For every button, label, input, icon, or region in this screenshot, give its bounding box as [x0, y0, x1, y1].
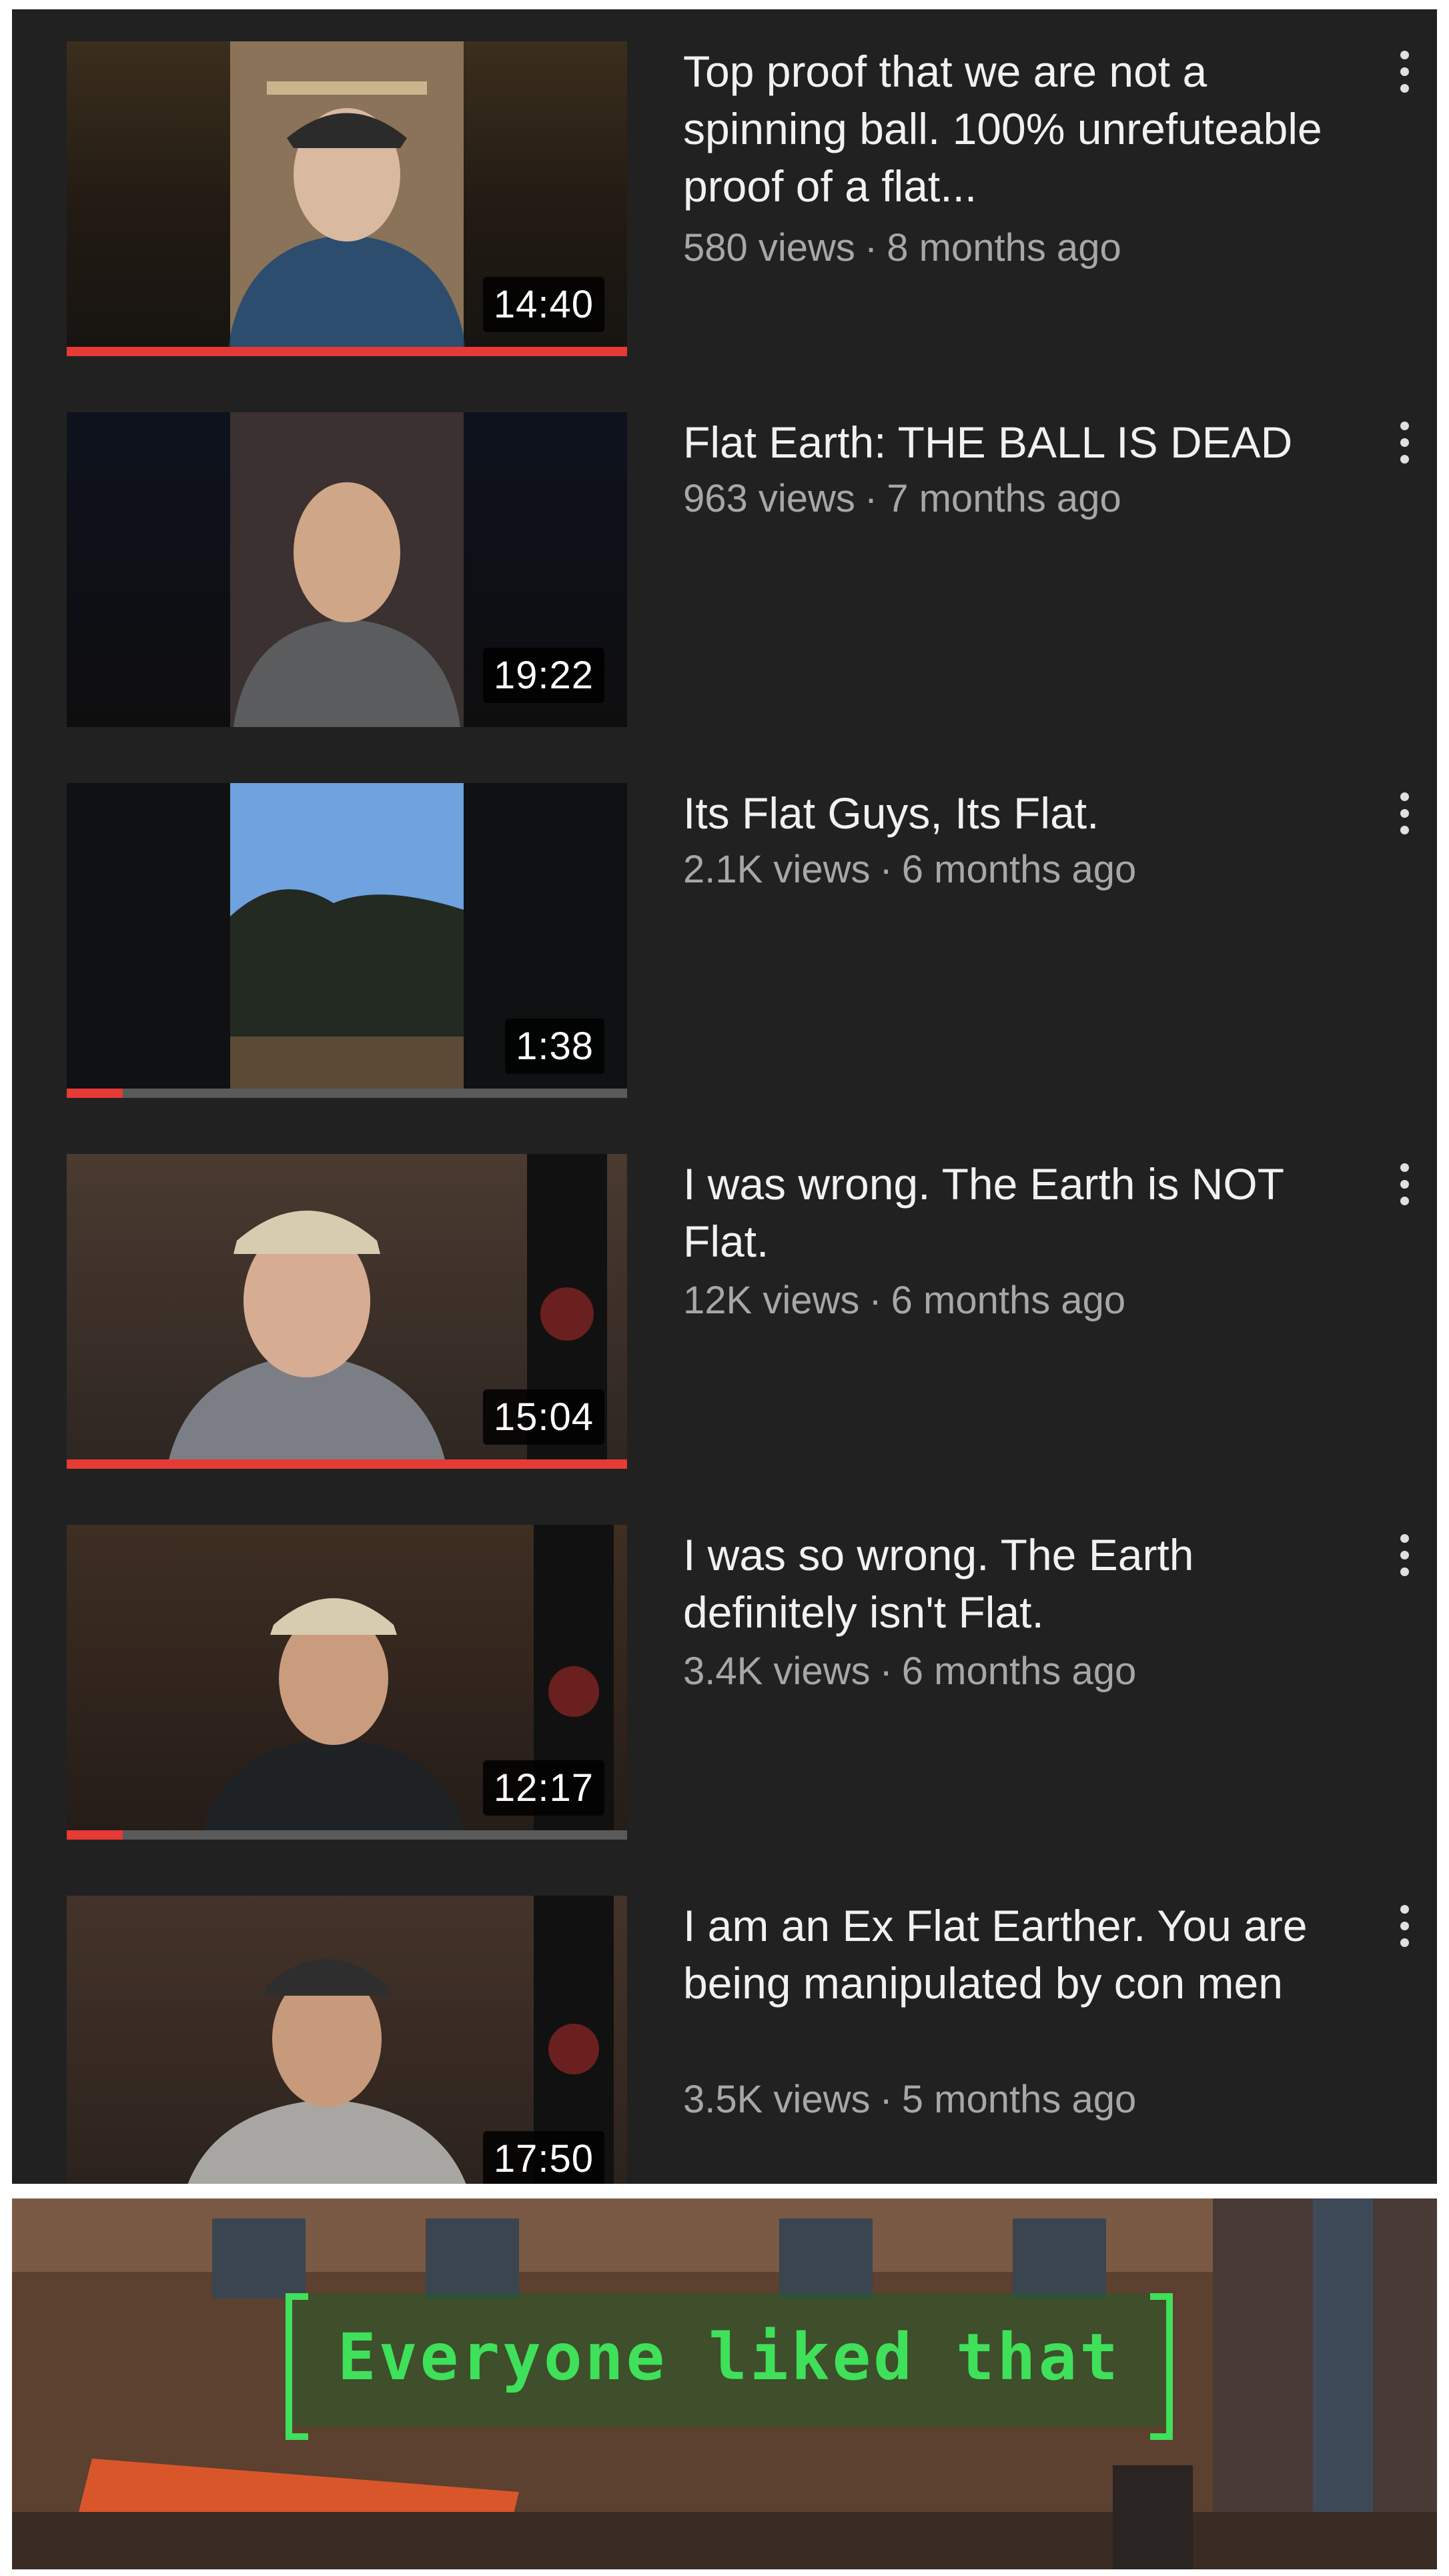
video-title[interactable]: I am an Ex Flat Earther. You are being m…: [683, 1897, 1350, 2012]
video-duration: 19:22: [482, 648, 604, 703]
video-thumbnail[interactable]: 14:40: [67, 41, 627, 356]
more-options-icon[interactable]: [1394, 422, 1414, 475]
video-thumbnail[interactable]: 12:17: [67, 1525, 627, 1840]
watch-progress-bar: [67, 347, 627, 356]
video-meta: 3.5K views · 5 months ago: [683, 2078, 1137, 2121]
upload-age: 7 months ago: [887, 477, 1121, 520]
view-count: 12K views: [683, 1279, 860, 1322]
caption-text: Everyone liked that: [337, 2320, 1121, 2395]
video-thumbnail[interactable]: 19:22: [67, 412, 627, 727]
video-thumbnail[interactable]: 15:04: [67, 1154, 627, 1469]
video-meta: 963 views · 7 months ago: [683, 477, 1121, 520]
more-options-icon[interactable]: [1394, 1163, 1414, 1217]
more-options-icon[interactable]: [1394, 51, 1414, 104]
video-meta: 12K views · 6 months ago: [683, 1279, 1126, 1322]
video-meta: 3.4K views · 6 months ago: [683, 1650, 1137, 1693]
meme-caption-panel: Everyone liked that: [12, 2198, 1437, 2569]
video-duration: 17:50: [482, 2131, 604, 2184]
upload-age: 5 months ago: [901, 2078, 1137, 2121]
video-title[interactable]: I was wrong. The Earth is NOT Flat.: [683, 1155, 1350, 1270]
watch-progress-bar: [67, 1089, 627, 1098]
video-item[interactable]: 17:50 I am an Ex Flat Earther. You are b…: [12, 1864, 1437, 2184]
video-meta: 2.1K views · 6 months ago: [683, 848, 1137, 891]
video-title[interactable]: Its Flat Guys, Its Flat.: [683, 784, 1350, 842]
video-title[interactable]: Top proof that we are not a spinning bal…: [683, 43, 1350, 215]
view-count: 3.4K views: [683, 1650, 871, 1693]
more-options-icon[interactable]: [1394, 1534, 1414, 1587]
view-count: 580 views: [683, 226, 855, 269]
watch-progress-bar: [67, 1459, 627, 1469]
watch-progress-bar: [67, 1830, 627, 1840]
video-title[interactable]: Flat Earth: THE BALL IS DEAD: [683, 414, 1350, 471]
video-duration: 12:17: [482, 1760, 604, 1816]
video-item[interactable]: 14:40 Top proof that we are not a spinni…: [12, 9, 1437, 356]
video-duration: 15:04: [482, 1389, 604, 1445]
video-item[interactable]: 12:17 I was so wrong. The Earth definite…: [12, 1493, 1437, 1840]
upload-age: 6 months ago: [901, 1650, 1137, 1693]
video-thumbnail[interactable]: 17:50: [67, 1896, 627, 2184]
view-count: 3.5K views: [683, 2078, 871, 2121]
dialogue-caption: Everyone liked that: [286, 2293, 1173, 2440]
video-item[interactable]: 19:22 Flat Earth: THE BALL IS DEAD 963 v…: [12, 380, 1437, 727]
upload-age: 8 months ago: [887, 226, 1121, 269]
upload-age: 6 months ago: [901, 848, 1137, 891]
video-item[interactable]: 1:38 Its Flat Guys, Its Flat. 2.1K views…: [12, 751, 1437, 1098]
video-duration: 1:38: [505, 1019, 604, 1074]
video-list-panel: 14:40 Top proof that we are not a spinni…: [12, 9, 1437, 2184]
view-count: 2.1K views: [683, 848, 871, 891]
view-count: 963 views: [683, 477, 855, 520]
video-thumbnail[interactable]: 1:38: [67, 783, 627, 1098]
video-title[interactable]: I was so wrong. The Earth definitely isn…: [683, 1526, 1350, 1641]
video-duration: 14:40: [482, 277, 604, 332]
more-options-icon[interactable]: [1394, 1905, 1414, 1958]
upload-age: 6 months ago: [891, 1279, 1126, 1322]
video-meta: 580 views · 8 months ago: [683, 226, 1121, 269]
more-options-icon[interactable]: [1394, 792, 1414, 846]
video-item[interactable]: 15:04 I was wrong. The Earth is NOT Flat…: [12, 1122, 1437, 1469]
